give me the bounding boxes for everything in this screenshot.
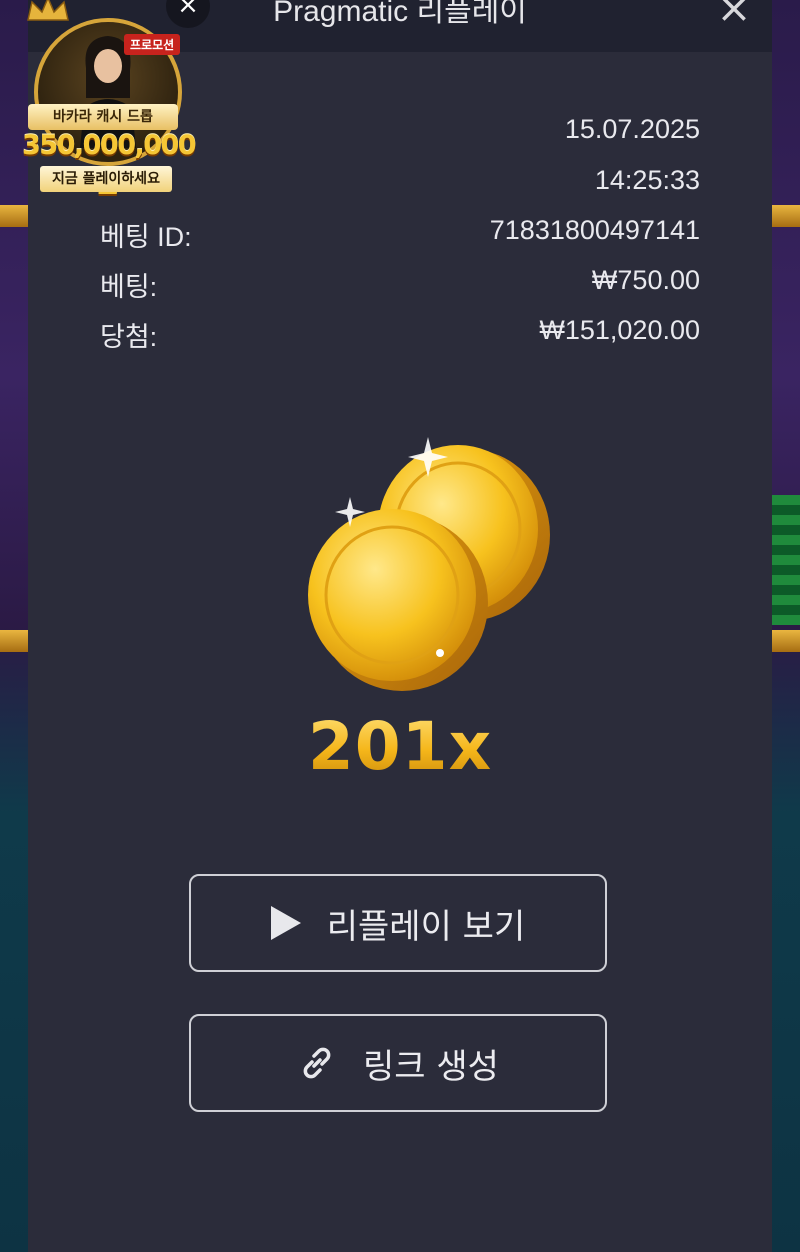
time-row: 14:25:33 — [100, 165, 700, 205]
promo-tag: 프로모션 — [124, 34, 181, 55]
link-icon — [303, 1047, 331, 1079]
gold-trim — [0, 630, 30, 652]
win-amount-value: ₩151,020.00 — [539, 315, 700, 345]
play-icon — [270, 906, 301, 940]
gold-trim — [770, 630, 800, 652]
create-link-label: 링크 생성 — [363, 1046, 499, 1087]
promo-ribbon: 바카라 캐시 드롭 — [28, 104, 178, 130]
bet-amount-label: 베팅: — [100, 272, 158, 302]
bet-id-row: 베팅 ID: 71831800497141 — [100, 215, 700, 255]
gold-coins-icon — [308, 437, 550, 691]
watch-replay-button[interactable]: 리플레이 보기 — [189, 874, 607, 972]
win-amount-row: 당첨: ₩151,020.00 — [100, 315, 700, 355]
crown-icon — [27, 0, 69, 21]
bet-id-label: 베팅 ID: — [100, 222, 192, 252]
win-multiplier: 201x — [28, 708, 772, 785]
date-value: 15.07.2025 — [564, 114, 700, 144]
gold-trim — [0, 205, 30, 227]
game-decoration — [772, 495, 800, 625]
background-game-right — [770, 0, 800, 1252]
create-link-button[interactable]: 링크 생성 — [189, 1014, 607, 1112]
win-amount-label: 당첨: — [100, 322, 158, 352]
promo-banner[interactable]: 프로모션 바카라 캐시 드롭 350,000,000원 지금 플레이하세요 × — [22, 0, 210, 199]
watch-replay-label: 리플레이 보기 — [326, 906, 526, 947]
bet-amount-row: 베팅: ₩750.00 — [100, 265, 700, 305]
bet-amount-value: ₩750.00 — [591, 265, 700, 295]
time-value: 14:25:33 — [594, 165, 700, 195]
promo-play-now[interactable]: 지금 플레이하세요 — [40, 166, 172, 192]
gold-trim — [770, 205, 800, 227]
close-icon[interactable]: × — [714, 0, 754, 29]
bet-id-value: 71831800497141 — [489, 215, 700, 245]
